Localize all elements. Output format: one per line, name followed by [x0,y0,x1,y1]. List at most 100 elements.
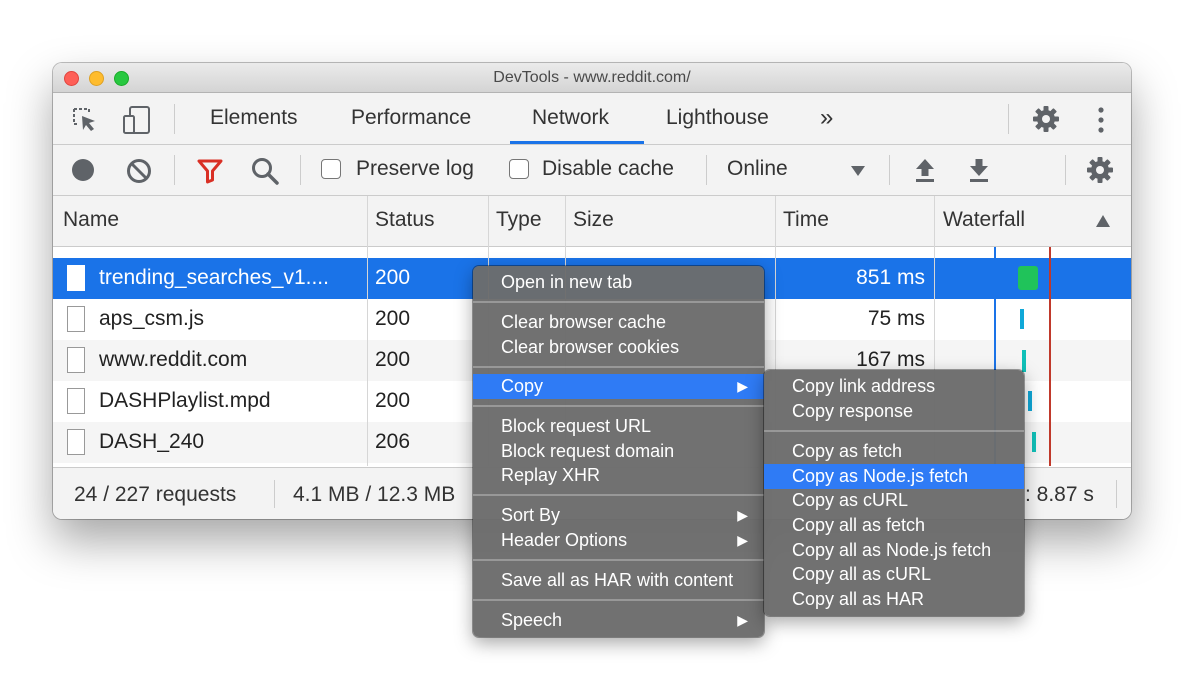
menu-item-copy-all-as-curl[interactable]: Copy all as cURL [764,562,1024,587]
menu-item-copy-all-as-har[interactable]: Copy all as HAR [764,587,1024,612]
request-name: trending_searches_v1.... [99,266,329,289]
menu-item-copy-link-address[interactable]: Copy link address [764,374,1024,399]
column-header-type[interactable]: Type [496,208,542,232]
column-header-time[interactable]: Time [783,208,829,232]
menu-item-copy-as-fetch[interactable]: Copy as fetch [764,439,1024,464]
menu-item-label: Header Options [501,530,628,550]
menu-item-label: Block request URL [501,416,652,436]
export-har-icon[interactable] [967,156,991,184]
file-icon [67,388,85,414]
clear-icon[interactable] [125,157,153,185]
menu-item-label: Copy [501,376,544,396]
menu-item-speech[interactable]: Speech ▶ [473,608,764,633]
menu-item-copy-response[interactable]: Copy response [764,399,1024,424]
waterfall-bar [1022,350,1026,372]
menu-item-header-options[interactable]: Header Options ▶ [473,528,764,553]
menu-item-block-domain[interactable]: Block request domain [473,439,764,464]
menu-item-label: Speech [501,610,563,630]
disable-cache-checkbox[interactable] [509,159,529,179]
tab-performance[interactable]: Performance [351,106,471,130]
request-name: www.reddit.com [99,348,248,371]
column-header-size[interactable]: Size [573,208,614,232]
file-icon [67,347,85,373]
request-name: DASH_240 [99,430,205,453]
more-options-icon[interactable] [1091,105,1111,135]
throttling-select[interactable]: Online [727,157,788,181]
tab-lighthouse[interactable]: Lighthouse [666,106,769,130]
menu-item-copy-as-curl[interactable]: Copy as cURL [764,488,1024,513]
divider [889,155,890,185]
filter-icon[interactable] [196,157,224,185]
menu-item-sort-by[interactable]: Sort By ▶ [473,503,764,528]
submenu-arrow-icon: ▶ [737,378,748,394]
search-icon[interactable] [250,156,280,186]
inspect-element-icon[interactable] [70,105,100,135]
tab-network[interactable]: Network [532,106,609,130]
load-event-line [1049,247,1051,466]
menu-item-save-har[interactable]: Save all as HAR with content [473,568,764,593]
menu-item-label: Copy response [792,401,914,421]
submenu-arrow-icon: ▶ [737,507,748,523]
menu-item-label: Clear browser cookies [501,337,680,357]
waterfall-bar [1018,266,1038,290]
divider [174,155,175,185]
menu-separator [473,599,764,601]
request-name: aps_csm.js [99,307,205,330]
more-tabs-icon[interactable]: » [820,104,833,132]
request-count: 24 / 227 requests [74,483,237,506]
device-toolbar-icon[interactable] [121,104,153,136]
divider [706,155,707,185]
column-header-status[interactable]: Status [375,208,435,232]
menu-separator [473,405,764,407]
column-header-waterfall[interactable]: Waterfall [943,208,1025,232]
column-header-name[interactable]: Name [63,208,119,232]
request-time: 851 ms [856,266,925,289]
menu-item-label: Save all as HAR with content [501,570,734,590]
request-time: 167 ms [856,348,925,371]
panel-tab-bar: Elements Performance Network Lighthouse … [53,93,1131,145]
table-row[interactable] [53,247,1131,257]
submenu-arrow-icon: ▶ [737,532,748,548]
file-icon [67,265,85,291]
tab-elements[interactable]: Elements [210,106,298,130]
divider [174,104,175,134]
submenu-arrow-icon: ▶ [737,612,748,628]
menu-item-label: Replay XHR [501,465,601,485]
disable-cache-label[interactable]: Disable cache [542,157,674,181]
menu-item-label: Open in new tab [501,272,633,292]
menu-item-copy-as-nodejs-fetch[interactable]: Copy as Node.js fetch [764,464,1024,489]
menu-item-replay-xhr[interactable]: Replay XHR [473,463,764,488]
network-settings-gear-icon[interactable] [1085,155,1115,185]
menu-item-label: Copy as cURL [792,490,909,510]
menu-item-copy-all-as-nodejs-fetch[interactable]: Copy all as Node.js fetch [764,538,1024,563]
context-menu: Open in new tab Clear browser cache Clea… [473,266,764,637]
settings-gear-icon[interactable] [1031,104,1061,134]
menu-item-label: Copy link address [792,376,936,396]
request-status: 200 [375,307,411,330]
menu-item-block-url[interactable]: Block request URL [473,414,764,439]
menu-item-clear-cookies[interactable]: Clear browser cookies [473,335,764,360]
chevron-down-icon[interactable] [850,165,866,177]
waterfall-bar [1028,391,1032,411]
menu-item-label: Copy all as HAR [792,589,925,609]
menu-separator [473,366,764,368]
record-icon[interactable] [70,157,96,183]
preserve-log-label[interactable]: Preserve log [356,157,474,181]
column-divider[interactable] [367,196,368,466]
menu-separator [473,301,764,303]
transferred-size: 4.1 MB / 12.3 MB [293,483,456,506]
menu-item-copy[interactable]: Copy ▶ [473,374,764,399]
divider [1116,480,1117,508]
file-icon [67,306,85,332]
request-status: 206 [375,430,411,453]
title-bar: DevTools - www.reddit.com/ [53,63,1131,93]
menu-item-copy-all-as-fetch[interactable]: Copy all as fetch [764,513,1024,538]
menu-item-label: Copy all as fetch [792,515,926,535]
sort-ascending-icon[interactable] [1095,214,1111,228]
import-har-icon[interactable] [913,156,937,184]
divider [300,155,301,185]
menu-item-clear-cache[interactable]: Clear browser cache [473,310,764,335]
menu-item-open-new-tab[interactable]: Open in new tab [473,270,764,295]
preserve-log-checkbox[interactable] [321,159,341,179]
request-status: 200 [375,348,411,371]
